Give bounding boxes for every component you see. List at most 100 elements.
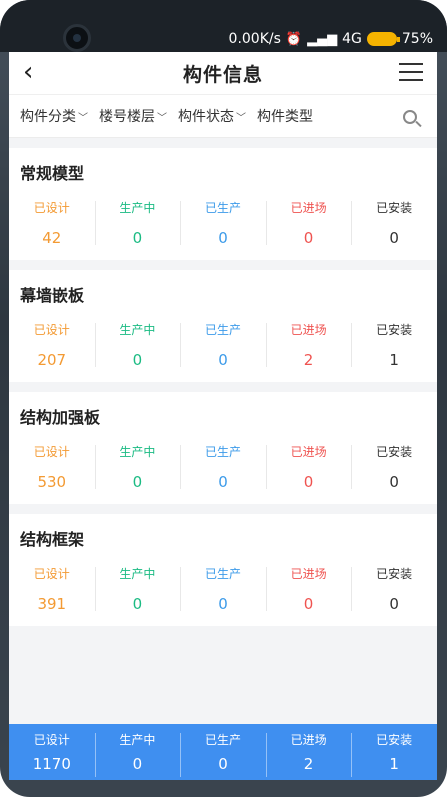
card-title: 结构框架 [20, 530, 85, 549]
stat-value: 1 [389, 351, 399, 369]
stat-label: 已生产 [204, 733, 241, 747]
stat-value: 1170 [32, 755, 71, 773]
component-card[interactable]: 结构框架 已设计 391 生产中 0 已生产 0 已进场 0 已安装 0 [9, 514, 437, 626]
back-icon[interactable]: ‹ [23, 58, 33, 86]
stat-produced: 已生产 0 [180, 317, 266, 373]
card-title: 常规模型 [20, 164, 85, 183]
alarm-icon: ⏰ [285, 31, 303, 47]
filter-status[interactable]: 构件状态 ﹀ [178, 106, 246, 126]
stat-value: 0 [132, 473, 143, 491]
menu-icon[interactable] [399, 63, 423, 81]
stat-label: 生产中 [119, 323, 156, 337]
summary-designed: 已设计 1170 [9, 727, 95, 777]
stats-row: 已设计 530 生产中 0 已生产 0 已进场 0 已安装 0 [9, 430, 437, 504]
stat-label: 已进场 [290, 733, 327, 747]
component-card[interactable]: 常规模型 已设计 42 生产中 0 已生产 0 已进场 0 已安装 0 [9, 148, 437, 260]
filter-type[interactable]: 构件类型 [257, 106, 321, 126]
component-card[interactable]: 幕墙嵌板 已设计 207 生产中 0 已生产 0 已进场 2 已安装 1 [9, 270, 437, 382]
stat-label: 已设计 [33, 567, 70, 581]
status-bar: 0.00K/s ⏰ ▂▄▆ 4G 75% [229, 28, 433, 50]
battery-level: 75% [401, 31, 433, 47]
stat-produced: 已生产 0 [180, 195, 266, 251]
stat-value: 1 [389, 755, 399, 773]
chevron-down-icon: ﹀ [78, 112, 88, 124]
stat-label: 已进场 [290, 201, 327, 215]
stat-label: 生产中 [119, 201, 156, 215]
stat-entered: 已进场 0 [265, 561, 352, 617]
stat-installed: 已安装 0 [351, 561, 437, 617]
stat-producing: 生产中 0 [94, 561, 181, 617]
stat-value: 530 [37, 473, 67, 491]
stat-producing: 生产中 0 [94, 439, 181, 495]
stat-designed: 已设计 391 [9, 561, 95, 617]
signal-icon: ▂▄▆ [307, 31, 338, 47]
stat-label: 已安装 [376, 445, 413, 459]
summary-entered: 已进场 2 [265, 727, 352, 777]
summary-bar: 已设计 1170 生产中 0 已生产 0 已进场 2 已安装 1 [9, 724, 437, 780]
stats-row: 已设计 42 生产中 0 已生产 0 已进场 0 已安装 0 [9, 186, 437, 260]
stat-label: 已生产 [204, 567, 241, 581]
stat-label: 已生产 [204, 445, 241, 459]
stat-value: 207 [37, 351, 67, 369]
stat-label: 生产中 [119, 445, 156, 459]
stats-row: 已设计 391 生产中 0 已生产 0 已进场 0 已安装 0 [9, 552, 437, 626]
stat-label: 已安装 [376, 323, 413, 337]
filter-category[interactable]: 构件分类 ﹀ [20, 106, 88, 126]
stat-label: 已进场 [290, 567, 327, 581]
page-title: 构件信息 [182, 63, 263, 86]
stat-label: 已设计 [33, 323, 70, 337]
stat-label: 已安装 [376, 733, 413, 747]
stat-produced: 已生产 0 [180, 439, 266, 495]
stat-installed: 已安装 0 [351, 195, 437, 251]
card-title: 幕墙嵌板 [20, 286, 85, 305]
chevron-down-icon: ﹀ [236, 112, 246, 124]
stat-value: 0 [303, 595, 314, 613]
stat-value: 0 [132, 755, 143, 773]
card-title: 结构加强板 [20, 408, 101, 427]
stat-label: 已设计 [33, 445, 70, 459]
stat-installed: 已安装 0 [351, 439, 437, 495]
filter-type-label: 构件类型 [257, 109, 313, 125]
network-speed: 0.00K/s [228, 31, 281, 47]
stat-label: 已设计 [33, 733, 70, 747]
summary-producing: 生产中 0 [94, 727, 181, 777]
stat-label: 已生产 [204, 201, 241, 215]
stat-producing: 生产中 0 [94, 195, 181, 251]
stats-row: 已设计 207 生产中 0 已生产 0 已进场 2 已安装 1 [9, 308, 437, 382]
stat-produced: 已生产 0 [180, 561, 266, 617]
stat-value: 0 [132, 351, 143, 369]
stat-entered: 已进场 0 [265, 439, 352, 495]
nav-bar: ‹ 构件信息 [9, 52, 437, 94]
filter-status-label: 构件状态 [178, 109, 234, 125]
stat-label: 生产中 [119, 733, 156, 747]
stat-value: 0 [303, 473, 314, 491]
search-icon[interactable] [401, 108, 422, 128]
filter-building-floor-label: 楼号楼层 [99, 109, 155, 125]
component-card[interactable]: 结构加强板 已设计 530 生产中 0 已生产 0 已进场 0 已安装 0 [9, 392, 437, 504]
front-camera [63, 24, 91, 52]
stat-value: 0 [389, 595, 399, 613]
app-screen: ‹ 构件信息 构件分类 ﹀ 楼号楼层 ﹀ 构件状态 ﹀ 构件类型 常规模型 已设计 42… [9, 52, 437, 780]
stat-value: 0 [303, 229, 314, 247]
filter-bar: 构件分类 ﹀ 楼号楼层 ﹀ 构件状态 ﹀ 构件类型 [9, 94, 437, 138]
stat-label: 已进场 [290, 445, 327, 459]
stat-value: 0 [218, 351, 228, 369]
stat-designed: 已设计 42 [9, 195, 95, 251]
stat-label: 已安装 [376, 567, 413, 581]
phone-top-bezel: 0.00K/s ⏰ ▂▄▆ 4G 75% [0, 0, 447, 52]
stat-value: 0 [218, 755, 228, 773]
stat-designed: 已设计 530 [9, 439, 95, 495]
stat-value: 42 [42, 229, 62, 247]
stat-label: 已设计 [33, 201, 70, 215]
stat-entered: 已进场 2 [265, 317, 352, 373]
stat-value: 0 [389, 229, 399, 247]
stat-label: 已进场 [290, 323, 327, 337]
stat-value: 0 [132, 595, 143, 613]
stat-value: 0 [389, 473, 399, 491]
stat-value: 0 [132, 229, 143, 247]
chevron-down-icon: ﹀ [157, 112, 167, 124]
filter-building-floor[interactable]: 楼号楼层 ﹀ [99, 106, 167, 126]
stat-label: 生产中 [119, 567, 156, 581]
filter-category-label: 构件分类 [20, 109, 76, 125]
stat-value: 2 [303, 755, 314, 773]
